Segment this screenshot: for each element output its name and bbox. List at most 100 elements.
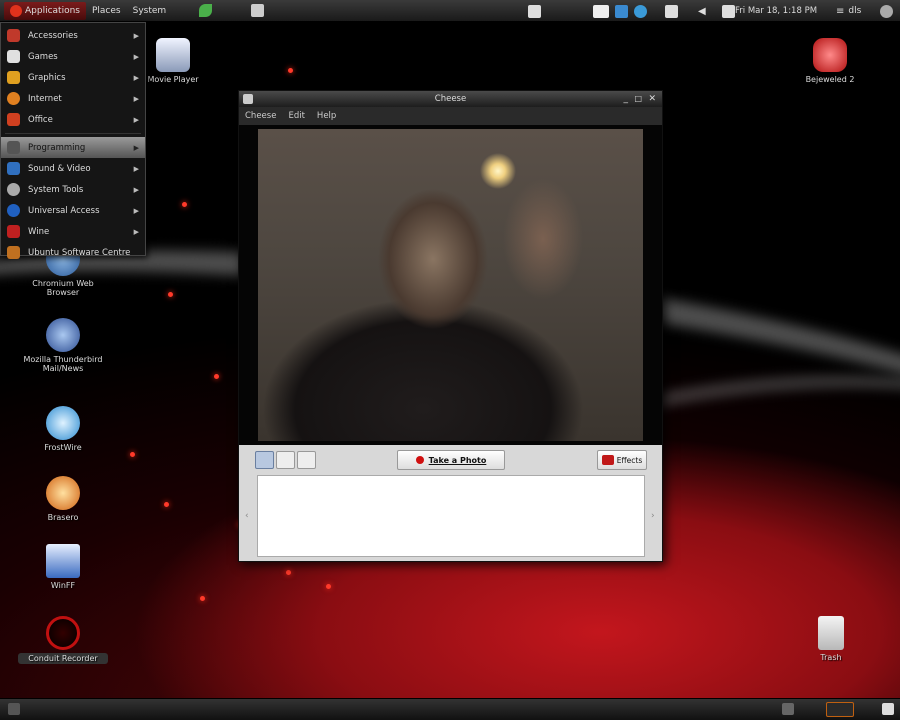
strip-scroll-right-icon[interactable]: › <box>651 511 655 521</box>
desktop-icon-trash[interactable]: Trash <box>786 616 876 662</box>
wallpaper-sparkle <box>130 452 135 457</box>
software-centre-icon <box>7 246 20 259</box>
desktop-icon-label: Mozilla Thunderbird Mail/News <box>23 355 103 373</box>
submenu-arrow-icon: ▶ <box>133 164 139 173</box>
desktop-icon-frostwire[interactable]: FrostWire <box>18 406 108 452</box>
desktop-icon-label: FrostWire <box>44 443 82 452</box>
volume-icon[interactable]: ◀ <box>698 6 706 17</box>
gnome-foot-icon <box>10 4 22 17</box>
accessories-icon <box>7 29 20 42</box>
programming-icon <box>7 141 20 154</box>
wallpaper-sparkle <box>168 292 173 297</box>
menu-edit[interactable]: Edit <box>288 111 304 121</box>
applications-menu-button[interactable]: Applications <box>4 1 86 20</box>
workspace-active[interactable] <box>826 702 854 717</box>
system-menu-button[interactable]: System <box>127 2 173 20</box>
wallpaper-sparkle <box>286 570 291 575</box>
trash-applet-icon[interactable] <box>882 703 894 715</box>
games-icon <box>7 50 20 63</box>
applications-menu: Accessories ▶ Games ▶ Graphics ▶ Interne… <box>0 22 146 259</box>
user-icon: ≡ <box>836 5 845 17</box>
minimize-icon[interactable]: _ <box>624 91 629 107</box>
submenu-arrow-icon: ▶ <box>133 185 139 194</box>
video-mode-button[interactable] <box>276 451 295 469</box>
thumbnail-strip[interactable] <box>257 475 645 557</box>
clock[interactable]: Fri Mar 18, 1:18 PM <box>735 3 817 19</box>
submenu-arrow-icon: ▶ <box>133 227 139 236</box>
menu-item-programming[interactable]: Programming ▶ <box>1 137 145 158</box>
menu-item-label: Internet <box>28 93 62 104</box>
wallpaper-sparkle <box>200 596 205 601</box>
menu-item-label: Graphics <box>28 72 66 83</box>
brasero-icon <box>46 476 80 510</box>
take-photo-button[interactable]: Take a Photo <box>397 450 505 470</box>
menu-item-internet[interactable]: Internet ▶ <box>1 88 145 109</box>
keyboard-icon[interactable] <box>593 4 609 18</box>
cheese-window: Cheese _ □ ✕ Cheese Edit Help Take a Pho… <box>238 90 663 562</box>
wallpaper-sparkle <box>326 584 331 589</box>
effects-button[interactable]: Effects <box>597 450 647 470</box>
menu-item-label: Programming <box>28 142 86 153</box>
menu-item-software-centre[interactable]: Ubuntu Software Centre <box>1 242 145 263</box>
desktop-icon-recorder[interactable]: Conduit Recorder <box>18 616 108 664</box>
bottom-panel <box>0 698 900 720</box>
battery-icon[interactable] <box>721 4 735 18</box>
window-menu-icon[interactable] <box>243 94 253 104</box>
menu-item-sound-video[interactable]: Sound & Video ▶ <box>1 158 145 179</box>
system-tools-icon <box>7 183 20 196</box>
submenu-arrow-icon: ▶ <box>133 94 139 103</box>
menu-item-label: Accessories <box>28 30 78 41</box>
window-titlebar[interactable]: Cheese _ □ ✕ <box>239 91 662 107</box>
menu-item-games[interactable]: Games ▶ <box>1 46 145 67</box>
menu-item-label: Wine <box>28 226 50 237</box>
skype-icon[interactable] <box>634 4 647 18</box>
webcam-video-frame <box>258 129 643 441</box>
movie-player-icon <box>156 38 190 72</box>
notification-area: ◀ <box>593 3 735 19</box>
frostwire-icon <box>46 406 80 440</box>
user-name: dls <box>848 6 862 16</box>
desktop-icon-winff[interactable]: WinFF <box>18 544 108 590</box>
burst-mode-button[interactable] <box>297 451 316 469</box>
workspace-switcher-icon[interactable] <box>782 703 794 715</box>
menu-item-system-tools[interactable]: System Tools ▶ <box>1 179 145 200</box>
menu-item-office[interactable]: Office ▶ <box>1 109 145 130</box>
user-menu[interactable]: ≡ dls <box>836 3 861 19</box>
launcher-icon[interactable] <box>199 4 212 17</box>
menu-item-graphics[interactable]: Graphics ▶ <box>1 67 145 88</box>
window-title: Cheese <box>434 94 467 104</box>
wallpaper-sparkle <box>288 68 293 73</box>
menu-cheese[interactable]: Cheese <box>245 111 276 121</box>
maximize-icon[interactable]: □ <box>634 91 642 107</box>
places-menu-button[interactable]: Places <box>86 2 127 20</box>
strip-scroll-left-icon[interactable]: ‹ <box>245 511 249 521</box>
menu-item-universal-access[interactable]: Universal Access ▶ <box>1 200 145 221</box>
office-icon <box>7 113 20 126</box>
tray-app-icon[interactable] <box>528 4 541 18</box>
wallpaper-sparkle <box>214 374 219 379</box>
effects-label: Effects <box>616 455 643 465</box>
submenu-arrow-icon: ▶ <box>133 143 139 152</box>
power-icon <box>880 4 893 18</box>
thunderbird-icon <box>46 318 80 352</box>
desktop-icon-thunderbird[interactable]: Mozilla Thunderbird Mail/News <box>18 318 108 373</box>
menu-item-accessories[interactable]: Accessories ▶ <box>1 25 145 46</box>
winff-icon <box>46 544 80 578</box>
show-desktop-icon[interactable] <box>8 703 20 715</box>
close-icon[interactable]: ✕ <box>648 91 656 107</box>
menu-item-wine[interactable]: Wine ▶ <box>1 221 145 242</box>
record-dot-icon <box>415 456 424 464</box>
photo-mode-button[interactable] <box>255 451 274 469</box>
menu-item-label: Universal Access <box>28 205 100 216</box>
submenu-arrow-icon: ▶ <box>133 73 139 82</box>
network-icon[interactable] <box>615 4 628 18</box>
desktop-icon-brasero[interactable]: Brasero <box>18 476 108 522</box>
power-button[interactable] <box>880 3 893 19</box>
menu-item-label: Sound & Video <box>28 163 91 174</box>
mail-icon[interactable] <box>665 4 678 18</box>
sound-video-icon <box>7 162 20 175</box>
menu-help[interactable]: Help <box>317 111 336 121</box>
notes-icon[interactable] <box>251 4 264 17</box>
graphics-icon <box>7 71 20 84</box>
desktop-icon-bejeweled[interactable]: Bejeweled 2 <box>785 38 875 84</box>
